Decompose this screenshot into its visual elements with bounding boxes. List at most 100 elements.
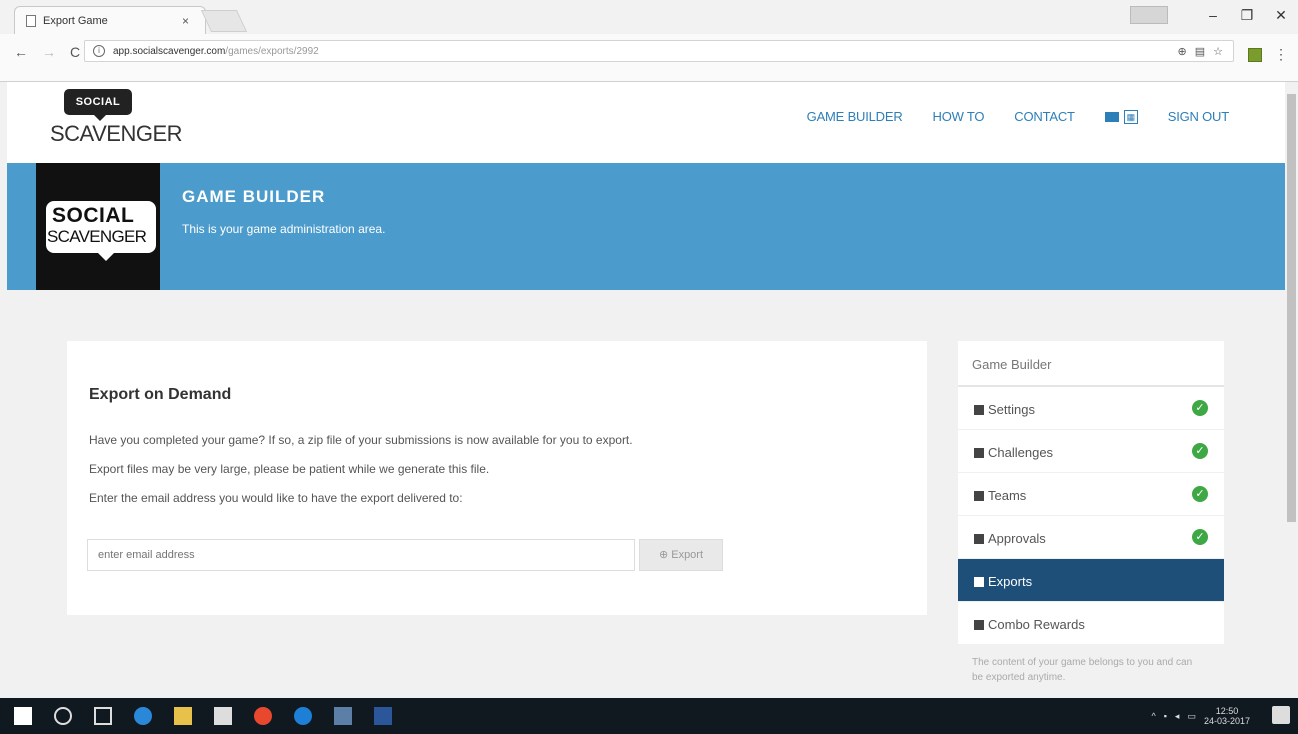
- browser-tab[interactable]: Export Game ×: [14, 6, 206, 34]
- volume-icon[interactable]: ◂: [1175, 711, 1180, 722]
- page-subtitle: This is your game administration area.: [182, 222, 386, 236]
- check-icon: ✓: [1192, 486, 1208, 502]
- sidebar-item-challenges[interactable]: Challenges ✓: [958, 430, 1224, 473]
- system-tray: ^ ▪ ◂ ▭ 12:50 24-03-2017: [1151, 706, 1250, 726]
- clock[interactable]: 12:50 24-03-2017: [1204, 706, 1250, 726]
- nav-game-builder[interactable]: GAME BUILDER: [807, 109, 903, 124]
- new-tab-button[interactable]: [200, 10, 248, 32]
- minimize-button[interactable]: –: [1196, 7, 1230, 23]
- word-icon[interactable]: [374, 707, 392, 725]
- menu-kebab-icon[interactable]: ⋮: [1274, 46, 1288, 63]
- sidebar-item-settings[interactable]: Settings ✓: [958, 387, 1224, 430]
- page-icon: [26, 15, 36, 27]
- taskbar: ^ ▪ ◂ ▭ 12:50 24-03-2017: [0, 698, 1298, 734]
- extensions: ⋮: [1248, 46, 1288, 63]
- reload-icon[interactable]: C: [70, 44, 80, 60]
- sidebar-item-label: Approvals: [988, 531, 1046, 546]
- address-bar-row: ← → C i app.socialscavenger.com/games/ex…: [0, 34, 1298, 82]
- sidebar-item-label: Combo Rewards: [988, 617, 1085, 632]
- scrollbar-thumb[interactable]: [1287, 94, 1296, 522]
- close-window-button[interactable]: ✕: [1264, 7, 1298, 24]
- chat-icon[interactable]: ▦: [1123, 109, 1138, 124]
- nav-how-to[interactable]: HOW TO: [933, 109, 985, 124]
- sidebar-item-label: Exports: [988, 574, 1033, 589]
- mail-icon[interactable]: [1104, 111, 1119, 122]
- site-header: SOCIAL SCAVENGER GAME BUILDER HOW TO CON…: [7, 82, 1285, 163]
- user-icon: [974, 491, 984, 501]
- logo-badge: SOCIAL: [64, 89, 132, 121]
- game-builder-sidebar: Game Builder Settings ✓ Challenges ✓ Tea…: [958, 341, 1224, 685]
- nav-contact[interactable]: CONTACT: [1014, 109, 1075, 124]
- thumbs-up-icon: [974, 534, 984, 544]
- nav-buttons: ← → C: [14, 44, 80, 60]
- taskbar-apps: [14, 707, 392, 725]
- network-icon[interactable]: ▪: [1164, 711, 1167, 721]
- task-view-icon[interactable]: [94, 707, 112, 725]
- email-field[interactable]: [87, 539, 635, 571]
- chrome-icon[interactable]: [254, 707, 272, 725]
- url-host: app.socialscavenger.com: [113, 46, 226, 57]
- clock-date: 24-03-2017: [1203, 716, 1250, 726]
- chevron-up-icon[interactable]: ^: [1151, 711, 1155, 721]
- bookmark-star-icon[interactable]: ☆: [1213, 45, 1223, 58]
- gear-icon: [974, 405, 984, 415]
- export-line-3: Enter the email address you would like t…: [89, 491, 463, 505]
- sidebar-item-approvals[interactable]: Approvals ✓: [958, 516, 1224, 559]
- export-card: Export on Demand Have you completed your…: [67, 341, 927, 615]
- store-icon[interactable]: [214, 707, 232, 725]
- browser-tab-bar: Export Game × – ❐ ✕: [0, 0, 1298, 34]
- check-icon: ✓: [1192, 529, 1208, 545]
- page-scrollbar[interactable]: [1285, 82, 1298, 698]
- export-button[interactable]: ⊕ Export: [639, 539, 723, 571]
- hero-logo-bottom: SCAVENGER: [47, 227, 147, 246]
- maximize-button[interactable]: ❐: [1230, 7, 1264, 24]
- back-icon[interactable]: ←: [14, 44, 28, 60]
- extension-icon[interactable]: [1248, 47, 1262, 62]
- clock-time: 12:50: [1215, 706, 1239, 716]
- sidebar-item-teams[interactable]: Teams ✓: [958, 473, 1224, 516]
- page-title: GAME BUILDER: [182, 187, 326, 206]
- forward-icon[interactable]: →: [42, 44, 56, 60]
- calculator-icon[interactable]: [334, 707, 352, 725]
- tab-close-icon[interactable]: ×: [182, 14, 189, 28]
- check-icon: ✓: [1192, 400, 1208, 416]
- omnibox-actions: ⊕ ▤ ☆: [1178, 45, 1224, 58]
- search-icon[interactable]: [54, 707, 72, 725]
- battery-icon[interactable]: ▭: [1187, 711, 1196, 722]
- logo-word: SCAVENGER: [50, 121, 183, 146]
- sidebar-item-label: Teams: [988, 488, 1027, 503]
- list-icon: [974, 448, 984, 458]
- nav-icons: ▦: [1104, 109, 1138, 124]
- sidebar-item-label: Settings: [988, 402, 1035, 417]
- window-controls: – ❐ ✕: [1130, 0, 1298, 30]
- sidebar-note: The content of your game belongs to you …: [972, 657, 1193, 683]
- hero-logo: SOCIAL SCAVENGER: [36, 163, 160, 290]
- sidebar-item-exports[interactable]: Exports: [958, 559, 1224, 602]
- file-explorer-icon[interactable]: [174, 707, 192, 725]
- sidebar-title: Game Builder: [958, 341, 1224, 387]
- check-icon: ✓: [1192, 443, 1208, 459]
- site-logo[interactable]: SOCIAL SCAVENGER: [50, 89, 183, 147]
- zoom-icon[interactable]: ⊕: [1178, 45, 1187, 58]
- main-nav: GAME BUILDER HOW TO CONTACT ▦ SIGN OUT: [807, 109, 1230, 124]
- profile-button[interactable]: [1130, 6, 1168, 24]
- download-icon: [974, 577, 984, 587]
- hero-banner: SOCIAL SCAVENGER GAME BUILDER This is yo…: [7, 163, 1285, 290]
- internet-explorer-icon[interactable]: [294, 707, 312, 725]
- windows-start-icon[interactable]: [14, 707, 32, 725]
- nav-sign-out[interactable]: SIGN OUT: [1168, 109, 1229, 124]
- notification-icon[interactable]: [1272, 706, 1290, 724]
- page: SOCIAL SCAVENGER GAME BUILDER HOW TO CON…: [7, 82, 1285, 698]
- url-path: /games/exports/2992: [225, 46, 319, 57]
- sidebar-item-combo-rewards[interactable]: Combo Rewards: [958, 602, 1224, 645]
- tab-title: Export Game: [43, 15, 108, 27]
- export-line-1: Have you completed your game? If so, a z…: [89, 433, 633, 447]
- info-icon[interactable]: i: [93, 45, 105, 57]
- export-line-2: Export files may be very large, please b…: [89, 462, 490, 476]
- export-heading: Export on Demand: [89, 386, 232, 403]
- gift-icon: [974, 620, 984, 630]
- edge-icon[interactable]: [134, 707, 152, 725]
- url-input[interactable]: i app.socialscavenger.com/games/exports/…: [84, 40, 1234, 62]
- translate-icon[interactable]: ▤: [1195, 45, 1205, 58]
- sidebar-item-label: Challenges: [988, 445, 1054, 460]
